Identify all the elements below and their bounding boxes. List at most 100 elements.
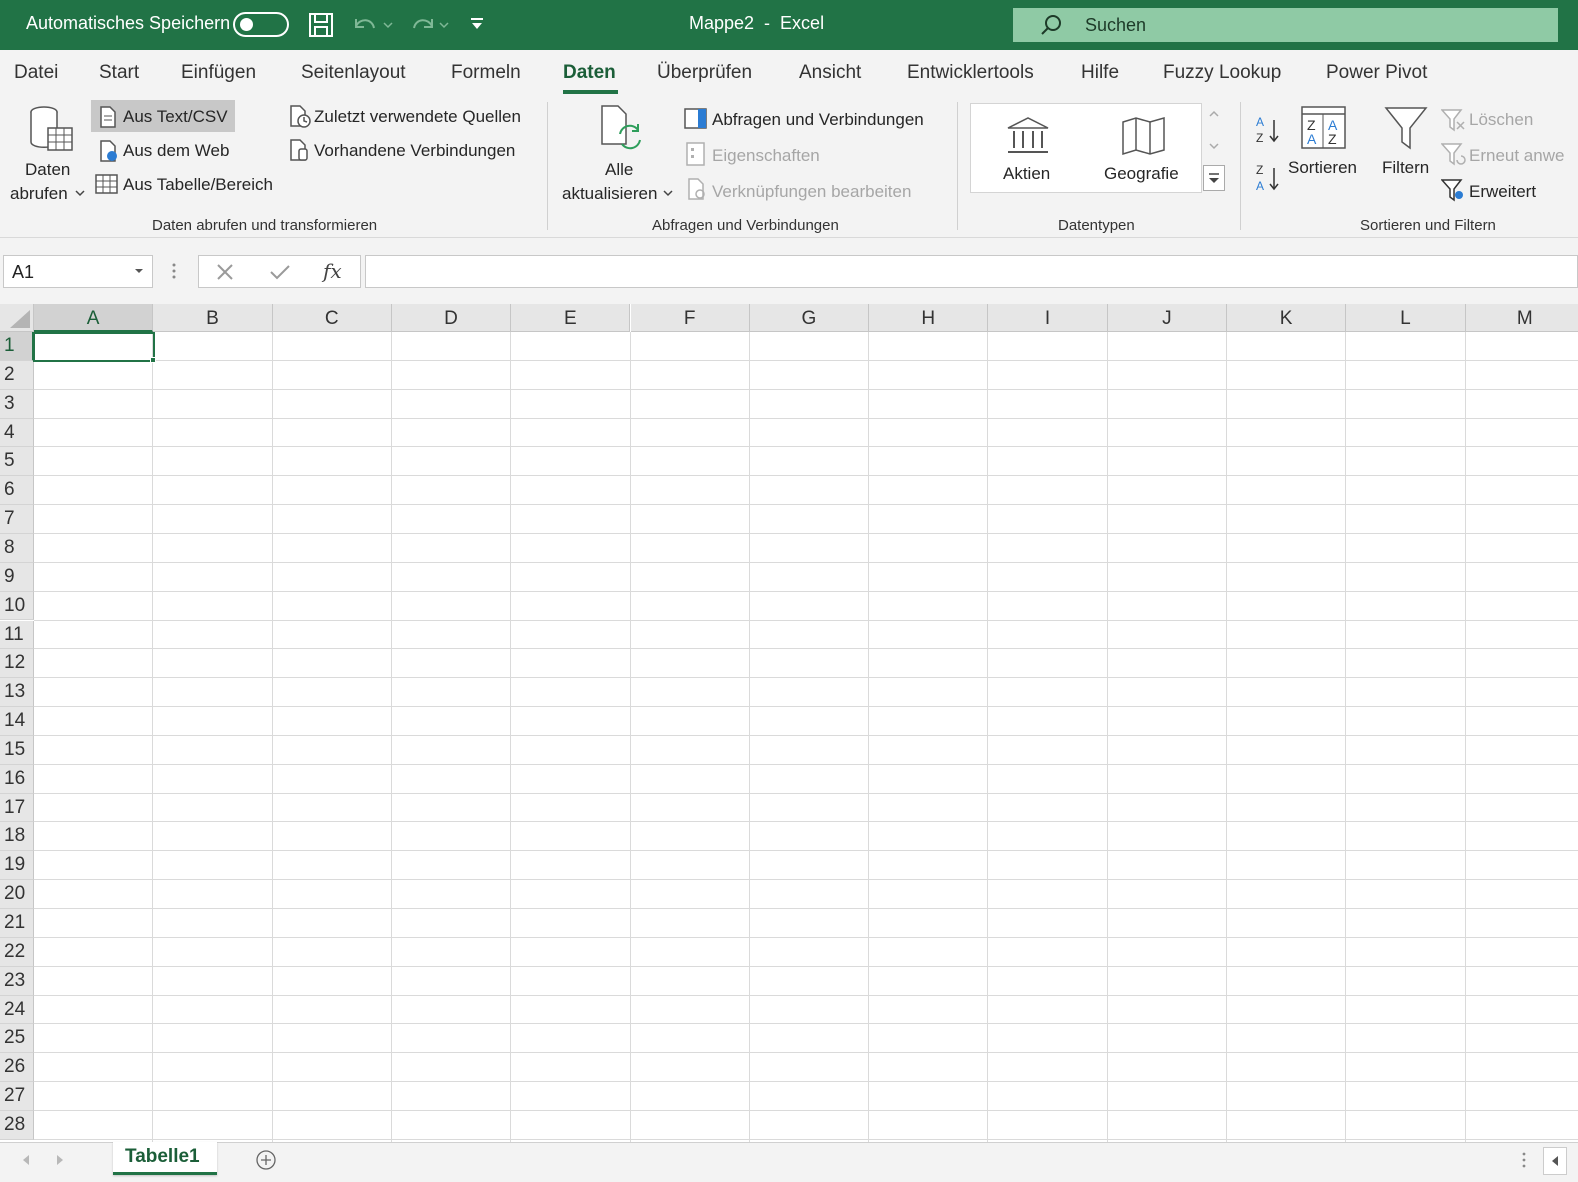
sort-button[interactable]: ZAAZ Sortieren bbox=[1286, 102, 1362, 182]
customize-toolbar-icon[interactable] bbox=[468, 15, 486, 33]
row-header-23[interactable]: 23 bbox=[0, 966, 34, 996]
tab-ansicht[interactable]: Ansicht bbox=[799, 62, 861, 84]
save-icon[interactable] bbox=[308, 12, 334, 38]
row-header-4[interactable]: 4 bbox=[0, 418, 34, 448]
search-box[interactable]: Suchen bbox=[1013, 8, 1558, 42]
tab-datei[interactable]: Datei bbox=[14, 62, 58, 84]
row-header-14[interactable]: 14 bbox=[0, 707, 34, 736]
gallery-more-icon[interactable] bbox=[1203, 165, 1225, 191]
tab-start[interactable]: Start bbox=[99, 62, 139, 84]
properties-button[interactable]: Eigenschaften bbox=[712, 146, 820, 166]
advanced-filter-button[interactable]: Erweitert bbox=[1469, 182, 1536, 202]
row-header-19[interactable]: 19 bbox=[0, 851, 34, 881]
scroll-up-icon[interactable] bbox=[1207, 109, 1221, 119]
scroll-left-sheets-icon[interactable] bbox=[20, 1153, 32, 1167]
geography-button[interactable]: Geografie bbox=[1099, 108, 1189, 188]
row-header-27[interactable]: 27 bbox=[0, 1082, 34, 1111]
autosave-toggle[interactable] bbox=[233, 12, 289, 37]
refresh-all-button[interactable]: Alle aktualisieren bbox=[556, 100, 680, 208]
row-header-26[interactable]: 26 bbox=[0, 1053, 34, 1083]
column-header-d[interactable]: D bbox=[391, 304, 512, 332]
row-header-25[interactable]: 25 bbox=[0, 1024, 34, 1054]
row-header-17[interactable]: 17 bbox=[0, 793, 34, 823]
row-header-18[interactable]: 18 bbox=[0, 822, 34, 852]
row-header-15[interactable]: 15 bbox=[0, 735, 34, 765]
row-header-8[interactable]: 8 bbox=[0, 533, 34, 563]
name-box[interactable]: A1 bbox=[3, 255, 153, 288]
edit-links-button[interactable]: Verknüpfungen bearbeiten bbox=[712, 182, 911, 202]
row-header-6[interactable]: 6 bbox=[0, 476, 34, 506]
filter-button[interactable]: Filtern bbox=[1376, 102, 1436, 182]
from-web-button[interactable]: Aus dem Web bbox=[123, 141, 229, 161]
tab-entwicklertools[interactable]: Entwicklertools bbox=[907, 62, 1034, 84]
recent-sources-button[interactable]: Zuletzt verwendete Quellen bbox=[314, 107, 521, 127]
queries-connections-button[interactable]: Abfragen und Verbindungen bbox=[712, 110, 924, 130]
formula-input[interactable] bbox=[365, 255, 1578, 288]
from-table-button[interactable]: Aus Tabelle/Bereich bbox=[123, 175, 273, 195]
column-header-g[interactable]: G bbox=[749, 304, 870, 332]
confirm-icon[interactable] bbox=[269, 263, 291, 281]
fill-handle[interactable] bbox=[150, 357, 156, 363]
column-header-e[interactable]: E bbox=[511, 304, 631, 332]
stocks-button[interactable]: Aktien bbox=[989, 108, 1069, 188]
row-header-3[interactable]: 3 bbox=[0, 389, 34, 419]
tab-formeln[interactable]: Formeln bbox=[451, 62, 521, 84]
get-data-label-1: Daten bbox=[25, 160, 71, 179]
column-header-c[interactable]: C bbox=[272, 304, 392, 332]
scroll-down-icon[interactable] bbox=[1207, 141, 1221, 151]
column-header-h[interactable]: H bbox=[869, 304, 989, 332]
horizontal-scroll-left-icon[interactable] bbox=[1543, 1147, 1567, 1175]
column-header-m[interactable]: M bbox=[1465, 304, 1578, 332]
more-icon bbox=[1521, 1151, 1527, 1169]
row-header-5[interactable]: 5 bbox=[0, 447, 34, 477]
gridline-horizontal bbox=[34, 475, 1578, 477]
row-header-21[interactable]: 21 bbox=[0, 909, 34, 938]
column-header-i[interactable]: I bbox=[988, 304, 1108, 332]
add-sheet-icon[interactable] bbox=[255, 1149, 277, 1171]
tab-einfuegen[interactable]: Einfügen bbox=[181, 62, 256, 84]
from-text-csv-button[interactable]: Aus Text/CSV bbox=[123, 107, 228, 127]
row-header-9[interactable]: 9 bbox=[0, 562, 34, 592]
active-cell-a1[interactable] bbox=[33, 332, 155, 362]
refresh-icon bbox=[598, 104, 644, 152]
clear-filter-button[interactable]: Löschen bbox=[1469, 110, 1533, 130]
tab-power-pivot[interactable]: Power Pivot bbox=[1326, 62, 1427, 84]
existing-connections-button[interactable]: Vorhandene Verbindungen bbox=[314, 141, 515, 161]
scroll-right-sheets-icon[interactable] bbox=[54, 1153, 66, 1167]
row-header-10[interactable]: 10 bbox=[0, 591, 34, 621]
row-header-20[interactable]: 20 bbox=[0, 880, 34, 909]
tab-daten[interactable]: Daten bbox=[563, 62, 616, 84]
select-all-corner[interactable] bbox=[0, 304, 34, 332]
row-header-11[interactable]: 11 bbox=[0, 620, 34, 650]
get-data-button[interactable]: Daten abrufen bbox=[4, 100, 88, 208]
tab-ueberpruefen[interactable]: Überprüfen bbox=[657, 62, 752, 84]
row-header-16[interactable]: 16 bbox=[0, 764, 34, 794]
cancel-icon[interactable] bbox=[215, 263, 235, 281]
column-header-k[interactable]: K bbox=[1227, 304, 1347, 332]
column-header-j[interactable]: J bbox=[1107, 304, 1227, 332]
tab-hilfe[interactable]: Hilfe bbox=[1081, 62, 1119, 84]
column-header-b[interactable]: B bbox=[153, 304, 273, 332]
sheet-tab-tabelle1[interactable]: Tabelle1 bbox=[113, 1142, 217, 1175]
row-header-2[interactable]: 2 bbox=[0, 360, 34, 390]
row-header-28[interactable]: 28 bbox=[0, 1110, 34, 1140]
row-header-13[interactable]: 13 bbox=[0, 678, 34, 708]
row-header-7[interactable]: 7 bbox=[0, 505, 34, 534]
sort-z-a-icon[interactable]: ZA bbox=[1254, 162, 1284, 194]
row-header-22[interactable]: 22 bbox=[0, 937, 34, 967]
row-header-12[interactable]: 12 bbox=[0, 649, 34, 679]
column-header-l[interactable]: L bbox=[1346, 304, 1466, 332]
worksheet-grid[interactable]: ABCDEFGHIJKLM 1 2 3 4 5 6 7 8 9 10 11 12 13 14 15 16 17 1… bbox=[0, 304, 1578, 1142]
redo-icon[interactable] bbox=[406, 13, 450, 37]
column-header-f[interactable]: F bbox=[630, 304, 750, 332]
column-header-a[interactable]: A bbox=[34, 304, 154, 332]
chevron-down-icon[interactable] bbox=[134, 267, 144, 275]
insert-function-icon[interactable]: fx bbox=[323, 259, 342, 283]
sort-a-z-icon[interactable]: AZ bbox=[1254, 114, 1284, 146]
undo-icon[interactable] bbox=[350, 13, 394, 37]
row-header-24[interactable]: 24 bbox=[0, 995, 34, 1025]
reapply-filter-button[interactable]: Erneut anwe bbox=[1469, 146, 1564, 166]
tab-fuzzy-lookup[interactable]: Fuzzy Lookup bbox=[1163, 62, 1281, 84]
row-header-1[interactable]: 1 bbox=[0, 332, 34, 361]
tab-seitenlayout[interactable]: Seitenlayout bbox=[301, 62, 406, 84]
